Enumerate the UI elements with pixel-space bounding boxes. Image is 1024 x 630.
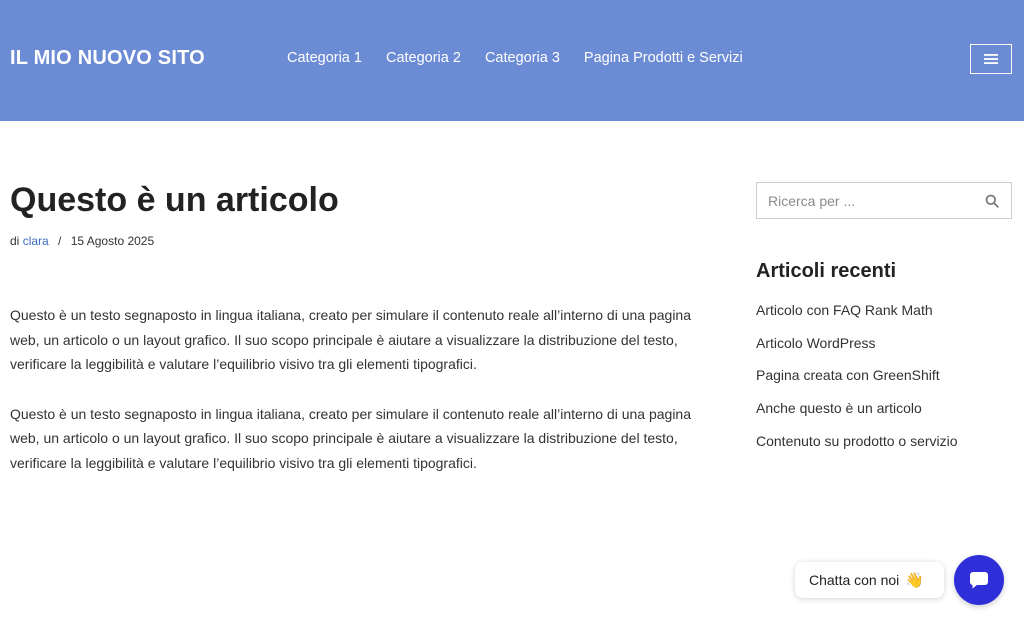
site-header: IL MIO NUOVO SITO Categoria 1 Categoria … (0, 0, 1024, 121)
nav-item-categoria-2[interactable]: Categoria 2 (386, 50, 461, 66)
wave-emoji-icon: 👋 (905, 572, 924, 589)
chat-label: Chatta con noi (809, 572, 900, 588)
meta-prefix: di (10, 234, 20, 248)
search-form (756, 182, 1012, 219)
chat-button[interactable] (954, 555, 1004, 605)
recent-posts-list: Articolo con FAQ Rank Math Articolo Word… (756, 302, 958, 465)
list-item[interactable]: Articolo con FAQ Rank Math (756, 302, 958, 335)
post-meta: di clara / 15 Agosto 2025 (10, 234, 154, 248)
paragraph: Questo è un testo segnaposto in lingua i… (10, 405, 691, 471)
chat-icon (969, 572, 988, 589)
search-input[interactable] (757, 183, 977, 218)
list-item[interactable]: Contenuto su prodotto o servizio (756, 433, 958, 466)
site-title[interactable]: IL MIO NUOVO SITO (10, 47, 205, 70)
hamburger-icon (984, 54, 998, 64)
chat-prompt-bubble[interactable]: Chatta con noi 👋 (795, 562, 944, 598)
nav-item-categoria-1[interactable]: Categoria 1 (287, 50, 362, 66)
list-item[interactable]: Articolo WordPress (756, 335, 958, 368)
main-nav: Categoria 1 Categoria 2 Categoria 3 Pagi… (287, 50, 767, 66)
paragraph: Questo è un testo segnaposto in lingua i… (10, 307, 691, 372)
list-item[interactable]: Anche questo è un articolo (756, 400, 958, 433)
list-item[interactable]: Pagina creata con GreenShift (756, 367, 958, 400)
meta-separator: / (58, 234, 62, 248)
nav-item-prodotti-servizi[interactable]: Pagina Prodotti e Servizi (584, 50, 743, 66)
post-date: 15 Agosto 2025 (70, 234, 155, 248)
nav-item-categoria-3[interactable]: Categoria 3 (485, 50, 560, 66)
recent-posts-title: Articoli recenti (756, 260, 897, 282)
menu-toggle-button[interactable] (970, 44, 1012, 74)
post-title: Questo è un articolo (10, 181, 339, 219)
post-content: Questo è un testo segnaposto in lingua i… (10, 303, 710, 500)
search-icon[interactable] (985, 194, 999, 208)
author-link[interactable]: clara (23, 234, 49, 248)
